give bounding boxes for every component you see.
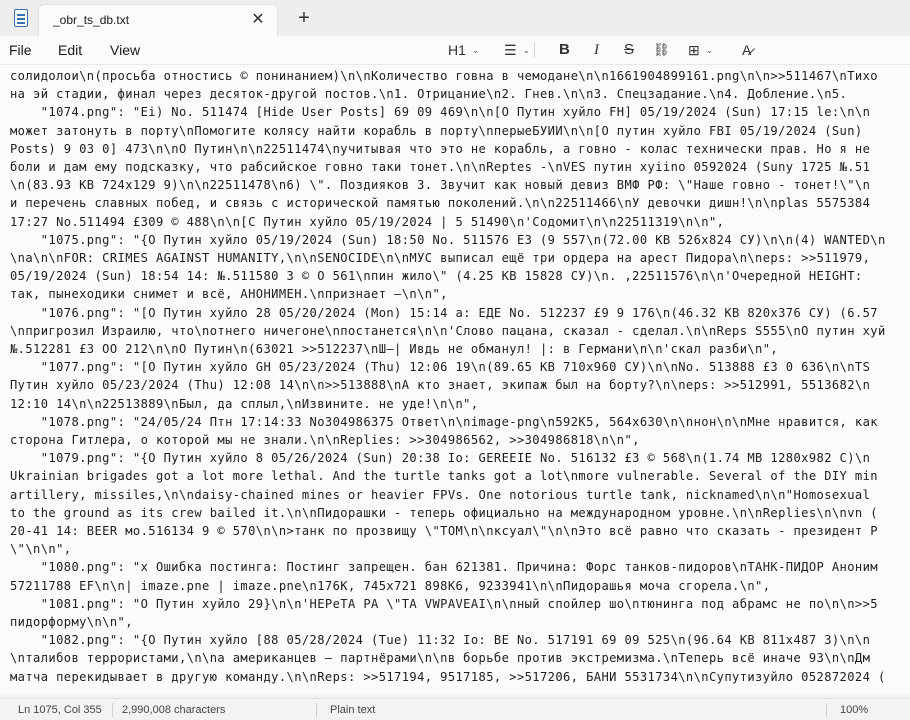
text-line: \n(83.93 KB 724x129 9)\n\n22511478\n6) \… xyxy=(10,178,871,193)
text-line: и перечень славных побед, и связь с исто… xyxy=(10,196,871,211)
text-line: 12:10 14\n\n22513889\nБыл, да сплыл,\nИз… xyxy=(10,396,479,411)
text-line: солидолои\n(просьба отностись © понинани… xyxy=(10,69,878,83)
text-line: "1082.png": "{О Путин хуйло [88 05/28/20… xyxy=(10,633,871,648)
text-line: artillery, missiles,\n\ndaisy-chained mi… xyxy=(10,487,871,502)
new-tab-icon[interactable]: + xyxy=(292,7,316,31)
text-line: пидорформу\n\n", xyxy=(10,615,133,629)
text-line: \nталибов террористами,\n\nа американцев… xyxy=(10,651,871,666)
list-icon: ☰ xyxy=(504,42,517,58)
text-editor[interactable]: солидолои\n(просьба отностись © понинани… xyxy=(0,64,910,694)
menu-view[interactable]: View xyxy=(110,42,140,58)
text-line: \"\n\n", xyxy=(10,542,72,557)
tab-document[interactable]: _obr_ts_db.txt ✕ xyxy=(38,4,278,36)
text-line: "1080.png": "х Ошибка постинга: Постинг … xyxy=(10,560,878,575)
text-line: \nпригрозил Израилю, что\nотнего ничегон… xyxy=(10,323,886,338)
text-line: to the ground as its crew bailed it.\n\n… xyxy=(10,505,878,520)
table-icon: ⊞ xyxy=(688,42,700,58)
list-dropdown[interactable]: ☰ ⌄ xyxy=(504,39,530,61)
chevron-down-icon: ⌄ xyxy=(471,45,480,55)
text-line: Posts) 9 03 0] 473\n\nО Путин\n\n2251147… xyxy=(10,141,871,156)
clear-formatting-icon[interactable]: A̷ xyxy=(742,39,751,61)
text-line: боли и дам ему подсказку, что рабсийское… xyxy=(10,160,871,174)
link-icon[interactable]: ⛓ xyxy=(653,39,670,61)
table-dropdown[interactable]: ⊞ ⌄ xyxy=(688,39,713,61)
text-line: матча перекидывает в другую команду.\n\n… xyxy=(10,669,886,684)
chevron-down-icon: ⌄ xyxy=(522,45,531,55)
status-bar: Ln 1075, Col 355 2,990,008 characters Pl… xyxy=(0,698,910,720)
status-divider xyxy=(112,703,113,717)
text-line: Ukrainian brigades got a lot more lethal… xyxy=(10,469,878,484)
heading-label: H1 xyxy=(448,42,466,58)
character-count: 2,990,008 characters xyxy=(122,704,226,716)
text-line: может затонуть в порту\nПомогите колясу … xyxy=(10,123,863,138)
close-tab-icon[interactable]: ✕ xyxy=(247,9,269,31)
menu-file[interactable]: File xyxy=(9,42,32,58)
status-divider xyxy=(316,703,317,717)
notepad-app-icon xyxy=(14,9,28,27)
zoom-level[interactable]: 100% xyxy=(840,704,868,716)
text-line: "1081.png": "О Путин хуйло 29}\n\n'НЕРеТ… xyxy=(10,596,878,611)
text-line: "1075.png": "{О Путин хуйло 05/19/2024 (… xyxy=(10,232,886,247)
strikethrough-button[interactable]: S xyxy=(624,39,634,61)
bold-button[interactable]: B xyxy=(559,39,570,61)
menu-bar: File Edit View H1 ⌄ ☰ ⌄ B I S ⛓ ⊞ ⌄ A̷ xyxy=(0,36,910,64)
heading-dropdown[interactable]: H1 ⌄ xyxy=(448,39,479,61)
text-line: "1079.png": "{О Путин хуйло 8 05/26/2024… xyxy=(10,451,871,466)
text-line: "1078.png": "24/05/24 Птн 17:14:33 No304… xyxy=(10,414,878,429)
text-line: 57211788 EF\n\n| imaze.pne | imaze.pne\n… xyxy=(10,578,771,593)
document-format[interactable]: Plain text xyxy=(330,704,375,716)
text-line: 17:27 No.511494 £309 © 488\n\n[С Путин х… xyxy=(10,214,725,229)
menu-edit[interactable]: Edit xyxy=(58,42,82,58)
text-line: "1076.png": "[О Путин хуйло 28 05/20/202… xyxy=(10,305,878,320)
text-line: 05/19/2024 (Sun) 18:54 14: №.511580 3 © … xyxy=(10,269,863,284)
text-line: на эй стадии, финал через десяток-другой… xyxy=(10,87,848,102)
status-divider xyxy=(826,703,827,717)
cursor-position[interactable]: Ln 1075, Col 355 xyxy=(18,704,102,716)
text-line: сторона Гитлера, о которой мы не знали.\… xyxy=(10,433,640,447)
tab-title: _obr_ts_db.txt xyxy=(53,13,130,27)
text-line: так, пынеходики снимет и всё, АНОНИМЕН.\… xyxy=(10,287,448,302)
text-line: №.512281 £3 ОО 212\n\nО Путин\n(63021 >>… xyxy=(10,342,779,356)
italic-button[interactable]: I xyxy=(594,39,599,61)
text-line: "1077.png": "[О Путин хуйло GH 05/23/202… xyxy=(10,360,871,375)
title-bar: _obr_ts_db.txt ✕ + xyxy=(0,0,910,36)
text-line: 20-41 14: BEER мо.516134 9 © 570\n\n>тан… xyxy=(10,524,878,538)
text-line: Путин хуйло 05/23/2024 (Thu) 12:08 14\n\… xyxy=(10,378,871,393)
text-line: "1074.png": "Ei) No. 511474 [Hide User P… xyxy=(10,105,871,120)
chevron-down-icon: ⌄ xyxy=(705,45,714,55)
toolbar-divider xyxy=(534,43,535,57)
text-line: \na\n\nFOR: CRIMES AGAINST HUMANITY,\n\n… xyxy=(10,251,871,265)
